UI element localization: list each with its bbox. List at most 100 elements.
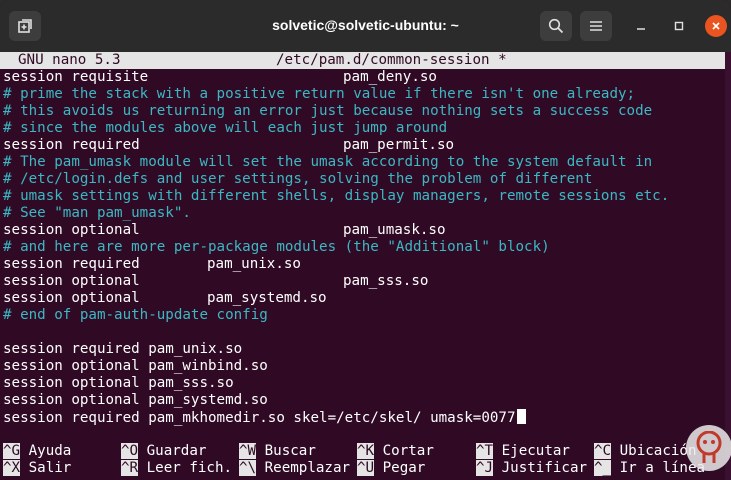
maximize-icon: [674, 21, 684, 31]
code-line: session required pam_unix.so: [3, 341, 723, 358]
shortcut-item[interactable]: ^\ Reemplazar: [239, 460, 350, 477]
module-name: pam_unix.so: [207, 256, 301, 272]
scrollbar[interactable]: [725, 52, 731, 480]
search-button[interactable]: [540, 11, 572, 41]
module-name: pam_deny.so: [343, 69, 437, 85]
code-line: session optional pam_systemd.so: [3, 290, 723, 307]
shortcut-key: ^W: [239, 443, 257, 459]
shortcut-item[interactable]: ^_ Ir a línea: [594, 460, 705, 477]
shortcut-label: Buscar: [264, 443, 316, 459]
comment-line: # this avoids us returning an error just…: [3, 103, 723, 120]
line-text: # /etc/login.defs and user settings, sol…: [3, 171, 593, 187]
nano-version: GNU nano 5.3: [18, 52, 121, 68]
hamburger-menu-icon: [590, 21, 602, 31]
nano-filename: /etc/pam.d/common-session *: [276, 52, 507, 68]
line-text: session optional: [3, 273, 140, 289]
comment-line: # /etc/login.defs and user settings, sol…: [3, 171, 723, 188]
code-line: session required pam_mkhomedir.so skel=/…: [3, 409, 723, 426]
shortcut-key: ^T: [476, 443, 494, 459]
line-text: session required pam_unix.so: [3, 341, 243, 357]
line-text: # and here are more per-package modules …: [3, 239, 550, 255]
comment-line: # The pam_umask module will set the umas…: [3, 154, 723, 171]
close-icon: [712, 22, 720, 30]
shortcut-key: ^R: [121, 460, 139, 476]
shortcut-label: Guardar: [146, 443, 207, 459]
shortcut-item[interactable]: ^O Guardar: [121, 443, 206, 460]
shortcut-label: Cortar: [382, 443, 434, 459]
line-text: # umask settings with different shells, …: [3, 188, 670, 204]
search-icon: [548, 18, 564, 34]
line-text: # end of pam-auth-update config: [3, 307, 268, 323]
line-text: session requisite: [3, 69, 149, 85]
shortcut-key: ^_: [594, 460, 612, 476]
shortcut-item[interactable]: ^K Cortar: [357, 443, 434, 460]
line-text: # since the modules above will each just…: [3, 120, 448, 136]
comment-line: # See "man pam_umask".: [3, 205, 723, 222]
shortcut-row: ^X Salir ^R Leer fich. ^\ Reemplazar ^U Peg…: [0, 460, 725, 477]
shortcut-item[interactable]: ^G Ayuda: [3, 443, 71, 460]
code-line: session optional pam_winbind.so: [3, 358, 723, 375]
shortcut-item[interactable]: ^C Ubicación: [594, 443, 697, 460]
shortcut-key: ^J: [476, 460, 494, 476]
shortcut-item[interactable]: ^T Ejecutar: [476, 443, 570, 460]
comment-line: # prime the stack with a positive return…: [3, 86, 723, 103]
window-title: solvetic@solvetic-ubuntu: ~: [272, 17, 459, 33]
watermark-logo: [686, 425, 731, 471]
minimize-icon: [637, 28, 645, 30]
line-text: session required: [3, 137, 140, 153]
shortcut-key: ^X: [3, 460, 21, 476]
shortcut-label: Pegar: [382, 460, 426, 476]
module-name: pam_systemd.so: [207, 290, 327, 306]
comment-line: # end of pam-auth-update config: [3, 307, 723, 324]
line-text: # prime the stack with a positive return…: [3, 86, 636, 102]
shortcut-label: Salir: [28, 460, 72, 476]
shortcut-item[interactable]: ^J Justificar: [476, 460, 587, 477]
shortcut-label: Justificar: [501, 460, 588, 476]
comment-line: # since the modules above will each just…: [3, 120, 723, 137]
shortcut-key: ^G: [3, 443, 21, 459]
shortcut-key: ^C: [594, 443, 612, 459]
close-button[interactable]: [705, 15, 727, 37]
title-bar[interactable]: solvetic@solvetic-ubuntu: ~: [0, 0, 731, 52]
solvetic-logo-icon: [696, 431, 722, 463]
line-text: session optional pam_winbind.so: [3, 358, 268, 374]
shortcut-key: ^K: [357, 443, 375, 459]
terminal-content[interactable]: GNU nano 5.3 /etc/pam.d/common-session *…: [0, 52, 725, 480]
line-text: session required pam_mkhomedir.so skel=/…: [3, 410, 516, 426]
line-text: session optional: [3, 222, 140, 238]
maximize-button[interactable]: [668, 15, 690, 37]
nano-header-bar: GNU nano 5.3 /etc/pam.d/common-session *: [0, 52, 725, 69]
comment-line: # and here are more per-package modules …: [3, 239, 723, 256]
shortcut-label: Ejecutar: [501, 443, 570, 459]
terminal-window: solvetic@solvetic-ubuntu: ~ GNU nano 5.3…: [0, 0, 731, 480]
shortcut-label: Reemplazar: [264, 460, 351, 476]
line-text: session required: [3, 256, 140, 272]
code-line: session optional pam_sss.so: [3, 375, 723, 392]
line-text: session optional pam_sss.so: [3, 375, 234, 391]
shortcut-row: ^G Ayuda ^O Guardar ^W Buscar ^K Cortar ^T E…: [0, 443, 725, 460]
shortcut-item[interactable]: ^X Salir: [3, 460, 71, 477]
shortcut-item[interactable]: ^W Buscar: [239, 443, 316, 460]
menu-button[interactable]: [580, 11, 612, 41]
shortcut-item[interactable]: ^U Pegar: [357, 460, 425, 477]
shortcut-label: Ubicación: [619, 443, 697, 459]
shortcut-item[interactable]: ^R Leer fich.: [121, 460, 232, 477]
module-name: pam_permit.so: [343, 137, 455, 153]
minimize-button[interactable]: [630, 15, 652, 37]
shortcut-key: ^O: [121, 443, 139, 459]
shortcut-key: ^\: [239, 460, 257, 476]
shortcut-label: Leer fich.: [146, 460, 233, 476]
code-line: session required pam_unix.so: [3, 256, 723, 273]
shortcut-key: ^U: [357, 460, 375, 476]
code-line: session optional pam_sss.so: [3, 273, 723, 290]
text-cursor: [516, 409, 526, 424]
comment-line: # umask settings with different shells, …: [3, 188, 723, 205]
code-line: session optional pam_systemd.so: [3, 392, 723, 409]
shortcut-label: Ayuda: [28, 443, 72, 459]
module-name: pam_sss.so: [343, 273, 429, 289]
line-text: session optional pam_systemd.so: [3, 392, 268, 408]
line-text: session optional: [3, 290, 140, 306]
line-text: # this avoids us returning an error just…: [3, 103, 653, 119]
module-name: pam_umask.so: [343, 222, 446, 238]
